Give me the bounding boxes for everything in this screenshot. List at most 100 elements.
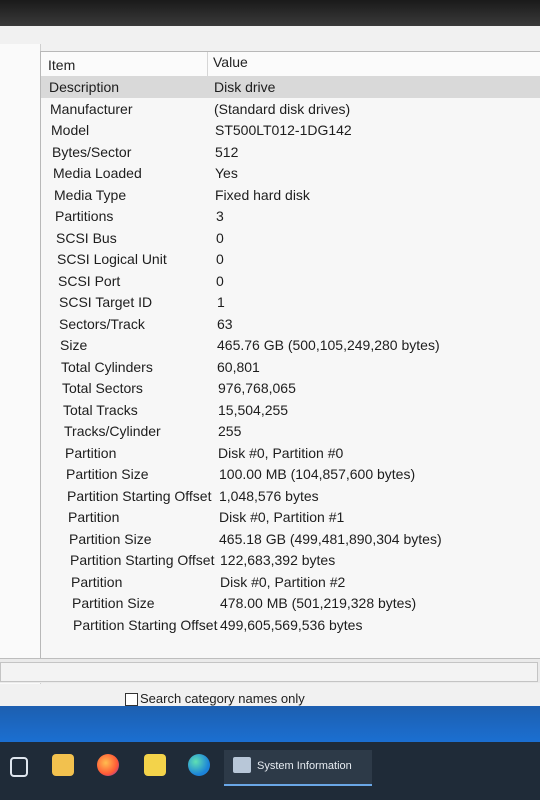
file-explorer-icon[interactable] — [52, 754, 74, 776]
row-item-label: Model — [51, 122, 90, 138]
paper-app-icon[interactable] — [144, 754, 166, 776]
list-row[interactable]: Total Sectors 976,768,065 — [41, 377, 540, 399]
row-value: Disk #0, Partition #0 — [218, 444, 344, 461]
list-row[interactable]: SCSI Bus 0 — [41, 227, 540, 249]
row-item-label: Partition Size — [66, 466, 149, 482]
row-item-label: Sectors/Track — [59, 315, 145, 332]
list-row[interactable]: Media Loaded Yes — [41, 162, 540, 184]
row-value: 465.76 GB (500,105,249,280 bytes) — [217, 337, 440, 353]
row-item-label: Bytes/Sector — [52, 143, 132, 160]
row-value: ST500LT012-1DG142 — [215, 122, 352, 138]
list-row[interactable]: Partition Disk #0, Partition #2 — [41, 571, 540, 593]
row-item-label: Partition Starting Offset — [73, 616, 218, 633]
row-value: 0 — [216, 251, 224, 267]
row-value: 478.00 MB (501,219,328 bytes) — [220, 595, 417, 611]
row-item-label: Total Cylinders — [61, 358, 153, 375]
list-row[interactable]: Manufacturer (Standard disk drives) — [41, 98, 540, 120]
system-information-window: Item Value Description Disk drive Manufact… — [0, 26, 540, 706]
list-header: Item Value — [41, 52, 540, 77]
row-value: 465.18 GB (499,481,890,304 bytes) — [219, 530, 442, 547]
list-row[interactable]: Partition Disk #0, Partition #1 — [41, 506, 540, 528]
column-header-item[interactable]: Item — [48, 57, 75, 73]
list-row[interactable]: SCSI Target ID 1 — [41, 291, 540, 313]
row-item-label: Partition — [71, 573, 123, 590]
list-row[interactable]: Partition Size 465.18 GB (499,481,890,304… — [41, 528, 540, 550]
taskbar-system-information[interactable]: System Information — [224, 750, 372, 786]
list-row[interactable]: Partition Size 478.00 MB (501,219,328 byt… — [41, 592, 540, 614]
row-item-label: SCSI Port — [58, 272, 121, 289]
list-row[interactable]: Total Cylinders 60,801 — [41, 356, 540, 378]
row-item-label: Partition Starting Offset — [67, 487, 212, 504]
row-item-label: Total Tracks — [63, 401, 138, 418]
list-row[interactable]: Partition Starting Offset 499,605,569,536… — [41, 614, 540, 636]
details-list[interactable]: Item Value Description Disk drive Manufact… — [40, 51, 540, 682]
row-item-label: Media Type — [54, 186, 127, 203]
search-category-checkbox[interactable] — [125, 693, 138, 706]
horizontal-scrollbar[interactable] — [0, 662, 538, 682]
row-item-label: SCSI Bus — [56, 229, 117, 246]
row-item-label: Partition Size — [72, 595, 155, 611]
list-row[interactable]: Bytes/Sector 512 — [41, 141, 540, 163]
taskbar-task-label: System Information — [257, 760, 352, 772]
row-value: 63 — [217, 315, 233, 332]
list-row[interactable]: Media Type Fixed hard disk — [41, 184, 540, 206]
row-item-label: SCSI Logical Unit — [57, 251, 167, 267]
list-row[interactable]: Size 465.76 GB (500,105,249,280 bytes) — [41, 334, 540, 356]
row-value: 1 — [217, 294, 225, 310]
row-item-label: Description — [49, 79, 120, 95]
column-divider[interactable] — [207, 52, 208, 76]
row-value: (Standard disk drives) — [214, 100, 351, 117]
bezel — [0, 0, 540, 26]
list-row[interactable]: Partition Disk #0, Partition #0 — [41, 442, 540, 464]
firefox-icon[interactable] — [97, 754, 119, 776]
row-value: Disk #0, Partition #1 — [219, 509, 345, 525]
list-row[interactable]: Partition Starting Offset 1,048,576 bytes — [41, 485, 540, 507]
row-value: Fixed hard disk — [215, 186, 310, 203]
list-row[interactable]: Sectors/Track 63 — [41, 313, 540, 335]
edge-icon[interactable] — [188, 754, 210, 776]
row-item-label: Media Loaded — [53, 165, 142, 181]
row-item-label: Tracks/Cylinder — [64, 423, 161, 439]
row-value: 0 — [216, 229, 224, 246]
row-value: 1,048,576 bytes — [219, 487, 319, 504]
row-value: 122,683,392 bytes — [220, 552, 336, 568]
row-value: Disk #0, Partition #2 — [220, 573, 346, 590]
list-row[interactable]: Total Tracks 15,504,255 — [41, 399, 540, 421]
list-row[interactable]: Partitions 3 — [41, 205, 540, 227]
list-row[interactable]: Model ST500LT012-1DG142 — [41, 119, 540, 141]
row-item-label: Size — [60, 337, 88, 353]
row-value: 3 — [216, 208, 224, 224]
row-value: 0 — [216, 272, 224, 289]
list-row[interactable]: Description Disk drive — [41, 76, 540, 98]
row-item-label: Total Sectors — [62, 380, 143, 396]
row-value: Disk drive — [214, 79, 276, 95]
row-item-label: Partitions — [55, 208, 114, 224]
column-header-value[interactable]: Value — [213, 54, 248, 70]
taskbar: System Information — [0, 742, 540, 800]
row-item-label: Partition Starting Offset — [70, 552, 215, 568]
desktop-background — [0, 706, 540, 742]
list-row[interactable]: SCSI Port 0 — [41, 270, 540, 292]
row-item-label: SCSI Target ID — [59, 294, 153, 310]
system-information-icon — [233, 757, 251, 773]
screen: Item Value Description Disk drive Manufact… — [0, 0, 540, 800]
row-value: 255 — [218, 423, 242, 439]
search-category-label: Search category names only — [140, 691, 305, 706]
row-item-label: Partition — [65, 444, 117, 461]
list-row[interactable]: Partition Size 100.00 MB (104,857,600 byt… — [41, 463, 540, 485]
row-value: 60,801 — [217, 358, 260, 375]
list-row[interactable]: Tracks/Cylinder 255 — [41, 420, 540, 442]
row-value: 976,768,065 — [218, 380, 296, 396]
row-item-label: Partition Size — [69, 530, 152, 547]
task-view-icon[interactable] — [10, 757, 28, 777]
row-item-label: Partition — [68, 509, 120, 525]
row-value: 499,605,569,536 bytes — [220, 616, 363, 633]
row-value: Yes — [215, 165, 238, 181]
list-row[interactable]: SCSI Logical Unit 0 — [41, 248, 540, 270]
row-value: 15,504,255 — [218, 401, 289, 418]
row-item-label: Manufacturer — [50, 100, 133, 117]
list-row[interactable]: Partition Starting Offset 122,683,392 byt… — [41, 549, 540, 571]
category-tree-pane[interactable] — [0, 44, 41, 684]
row-value: 100.00 MB (104,857,600 bytes) — [219, 466, 416, 482]
row-value: 512 — [215, 143, 239, 160]
